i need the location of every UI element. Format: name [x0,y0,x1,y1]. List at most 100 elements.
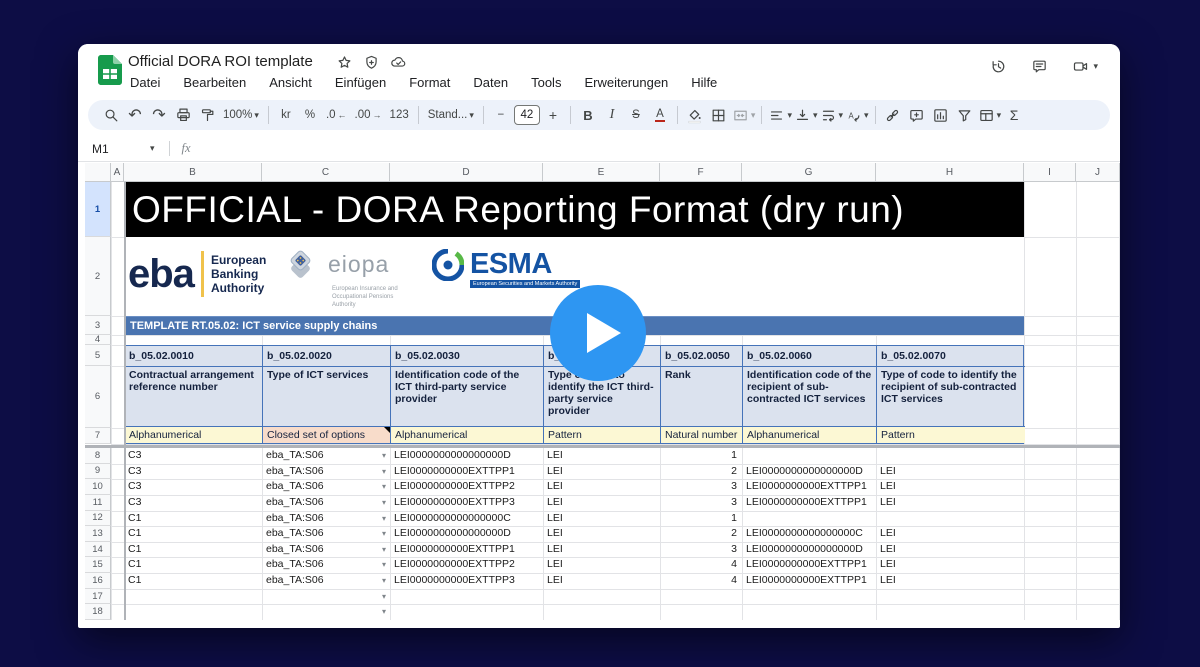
cell-H9[interactable]: LEI [876,464,1024,480]
cell-G13[interactable]: LEI0000000000000000C [742,526,876,542]
cell-F18[interactable] [660,604,742,620]
field-code-cell-7[interactable]: b_05.02.0070 [877,346,1025,367]
name-box[interactable]: M1 [92,142,150,156]
paint-format-button[interactable] [196,103,218,127]
cell-B16[interactable]: C1 [124,573,262,589]
dropdown-chevron-icon[interactable]: ▾ [374,542,386,558]
font-select[interactable]: Stand...▾ [425,103,477,127]
menu-datei[interactable]: Datei [128,74,162,91]
cell-G18[interactable] [742,604,876,620]
cell-D15[interactable]: LEI0000000000EXTTPP2 [390,557,543,573]
table-views-button[interactable]: ▾ [978,103,1002,127]
row-header-15[interactable]: 15 [85,557,111,573]
comments-button[interactable] [1031,58,1048,75]
cell-D13[interactable]: LEI0000000000000000D [390,526,543,542]
cell-G8[interactable] [742,448,876,464]
cell-F12[interactable]: 1 [660,511,742,527]
official-title-banner-cell[interactable]: OFFICIAL - DORA Reporting Format (dry ru… [124,182,1024,237]
grid-corner-box[interactable] [85,163,111,182]
column-header-C[interactable]: C [262,163,390,182]
row-header-3[interactable]: 3 [85,316,111,335]
vertical-align-button[interactable]: ▾ [794,103,818,127]
cell-E16[interactable]: LEI [543,573,660,589]
cell-D9[interactable]: LEI0000000000EXTTPP1 [390,464,543,480]
redo-button[interactable]: ↷ [148,103,170,127]
cell-E17[interactable] [543,589,660,605]
version-history-button[interactable] [990,58,1007,75]
row-header-6[interactable]: 6 [85,366,111,428]
row-header-14[interactable]: 14 [85,542,111,558]
dropdown-chevron-icon[interactable]: ▾ [374,589,386,605]
undo-button[interactable]: ↶ [124,103,146,127]
cell-B13[interactable]: C1 [124,526,262,542]
cell-B17[interactable] [124,589,262,605]
cell-B18[interactable] [124,604,262,620]
cell-C11[interactable]: eba_TA:S06▾ [262,495,390,511]
field-code-cell-1[interactable]: b_05.02.0010 [125,346,263,367]
cell-C17[interactable]: ▾ [262,589,390,605]
field-type-cell-4[interactable]: Pattern [544,427,661,443]
column-header-A[interactable]: A [111,163,124,182]
star-icon[interactable] [336,54,353,71]
row-header-17[interactable]: 17 [85,589,111,605]
cell-G16[interactable]: LEI0000000000EXTTPP1 [742,573,876,589]
field-type-cell-6[interactable]: Alphanumerical [743,427,877,443]
cell-H8[interactable] [876,448,1024,464]
dropdown-chevron-icon[interactable]: ▾ [374,573,386,589]
field-code-cell-3[interactable]: b_05.02.0030 [391,346,544,367]
row-header-8[interactable]: 8 [85,448,111,464]
field-description-cell-3[interactable]: Identification code of the ICT third-par… [391,367,544,427]
cloud-saved-icon[interactable] [390,54,407,71]
column-header-G[interactable]: G [742,163,876,182]
column-header-F[interactable]: F [660,163,742,182]
insert-link-button[interactable] [882,103,904,127]
shield-approval-icon[interactable] [363,54,380,71]
cell-B9[interactable]: C3 [124,464,262,480]
dropdown-chevron-icon[interactable]: ▾ [374,557,386,573]
video-call-button[interactable]: ▾ [1072,58,1098,75]
cell-G9[interactable]: LEI0000000000000000D [742,464,876,480]
text-rotation-button[interactable]: A▾ [845,103,869,127]
cell-H14[interactable]: LEI [876,542,1024,558]
row-header-1[interactable]: 1 [85,182,111,237]
decrease-font-size-button[interactable]: − [490,103,512,127]
insert-comment-button[interactable] [906,103,928,127]
search-button[interactable] [100,103,122,127]
row-header-9[interactable]: 9 [85,464,111,480]
cell-E13[interactable]: LEI [543,526,660,542]
cell-F11[interactable]: 3 [660,495,742,511]
video-play-button[interactable] [550,285,646,381]
print-button[interactable] [172,103,194,127]
insert-chart-button[interactable] [930,103,952,127]
column-header-I[interactable]: I [1024,163,1076,182]
row-header-11[interactable]: 11 [85,495,111,511]
horizontal-align-button[interactable]: ▾ [768,103,792,127]
menu-hilfe[interactable]: Hilfe [689,74,719,91]
cell-H10[interactable]: LEI [876,479,1024,495]
text-color-button[interactable]: A [649,103,671,127]
cell-F16[interactable]: 4 [660,573,742,589]
cell-G12[interactable] [742,511,876,527]
cell-F8[interactable]: 1 [660,448,742,464]
cell-D8[interactable]: LEI0000000000000000D [390,448,543,464]
cell-C18[interactable]: ▾ [262,604,390,620]
cell-H11[interactable]: LEI [876,495,1024,511]
menu-bearbeiten[interactable]: Bearbeiten [181,74,248,91]
field-description-cell-5[interactable]: Rank [661,367,743,427]
cell-E15[interactable]: LEI [543,557,660,573]
field-type-cell-7[interactable]: Pattern [877,427,1025,443]
functions-button[interactable]: Σ [1003,103,1025,127]
strikethrough-button[interactable]: S [625,103,647,127]
italic-button[interactable]: I [601,103,623,127]
cell-F10[interactable]: 3 [660,479,742,495]
cell-D18[interactable] [390,604,543,620]
cell-E12[interactable]: LEI [543,511,660,527]
cell-C9[interactable]: eba_TA:S06▾ [262,464,390,480]
cell-F17[interactable] [660,589,742,605]
column-header-B[interactable]: B [124,163,262,182]
row-header-16[interactable]: 16 [85,573,111,589]
increase-decimal-button[interactable]: .00→ [352,103,385,127]
cell-H13[interactable]: LEI [876,526,1024,542]
row-header-4[interactable]: 4 [85,335,111,345]
cell-E8[interactable]: LEI [543,448,660,464]
